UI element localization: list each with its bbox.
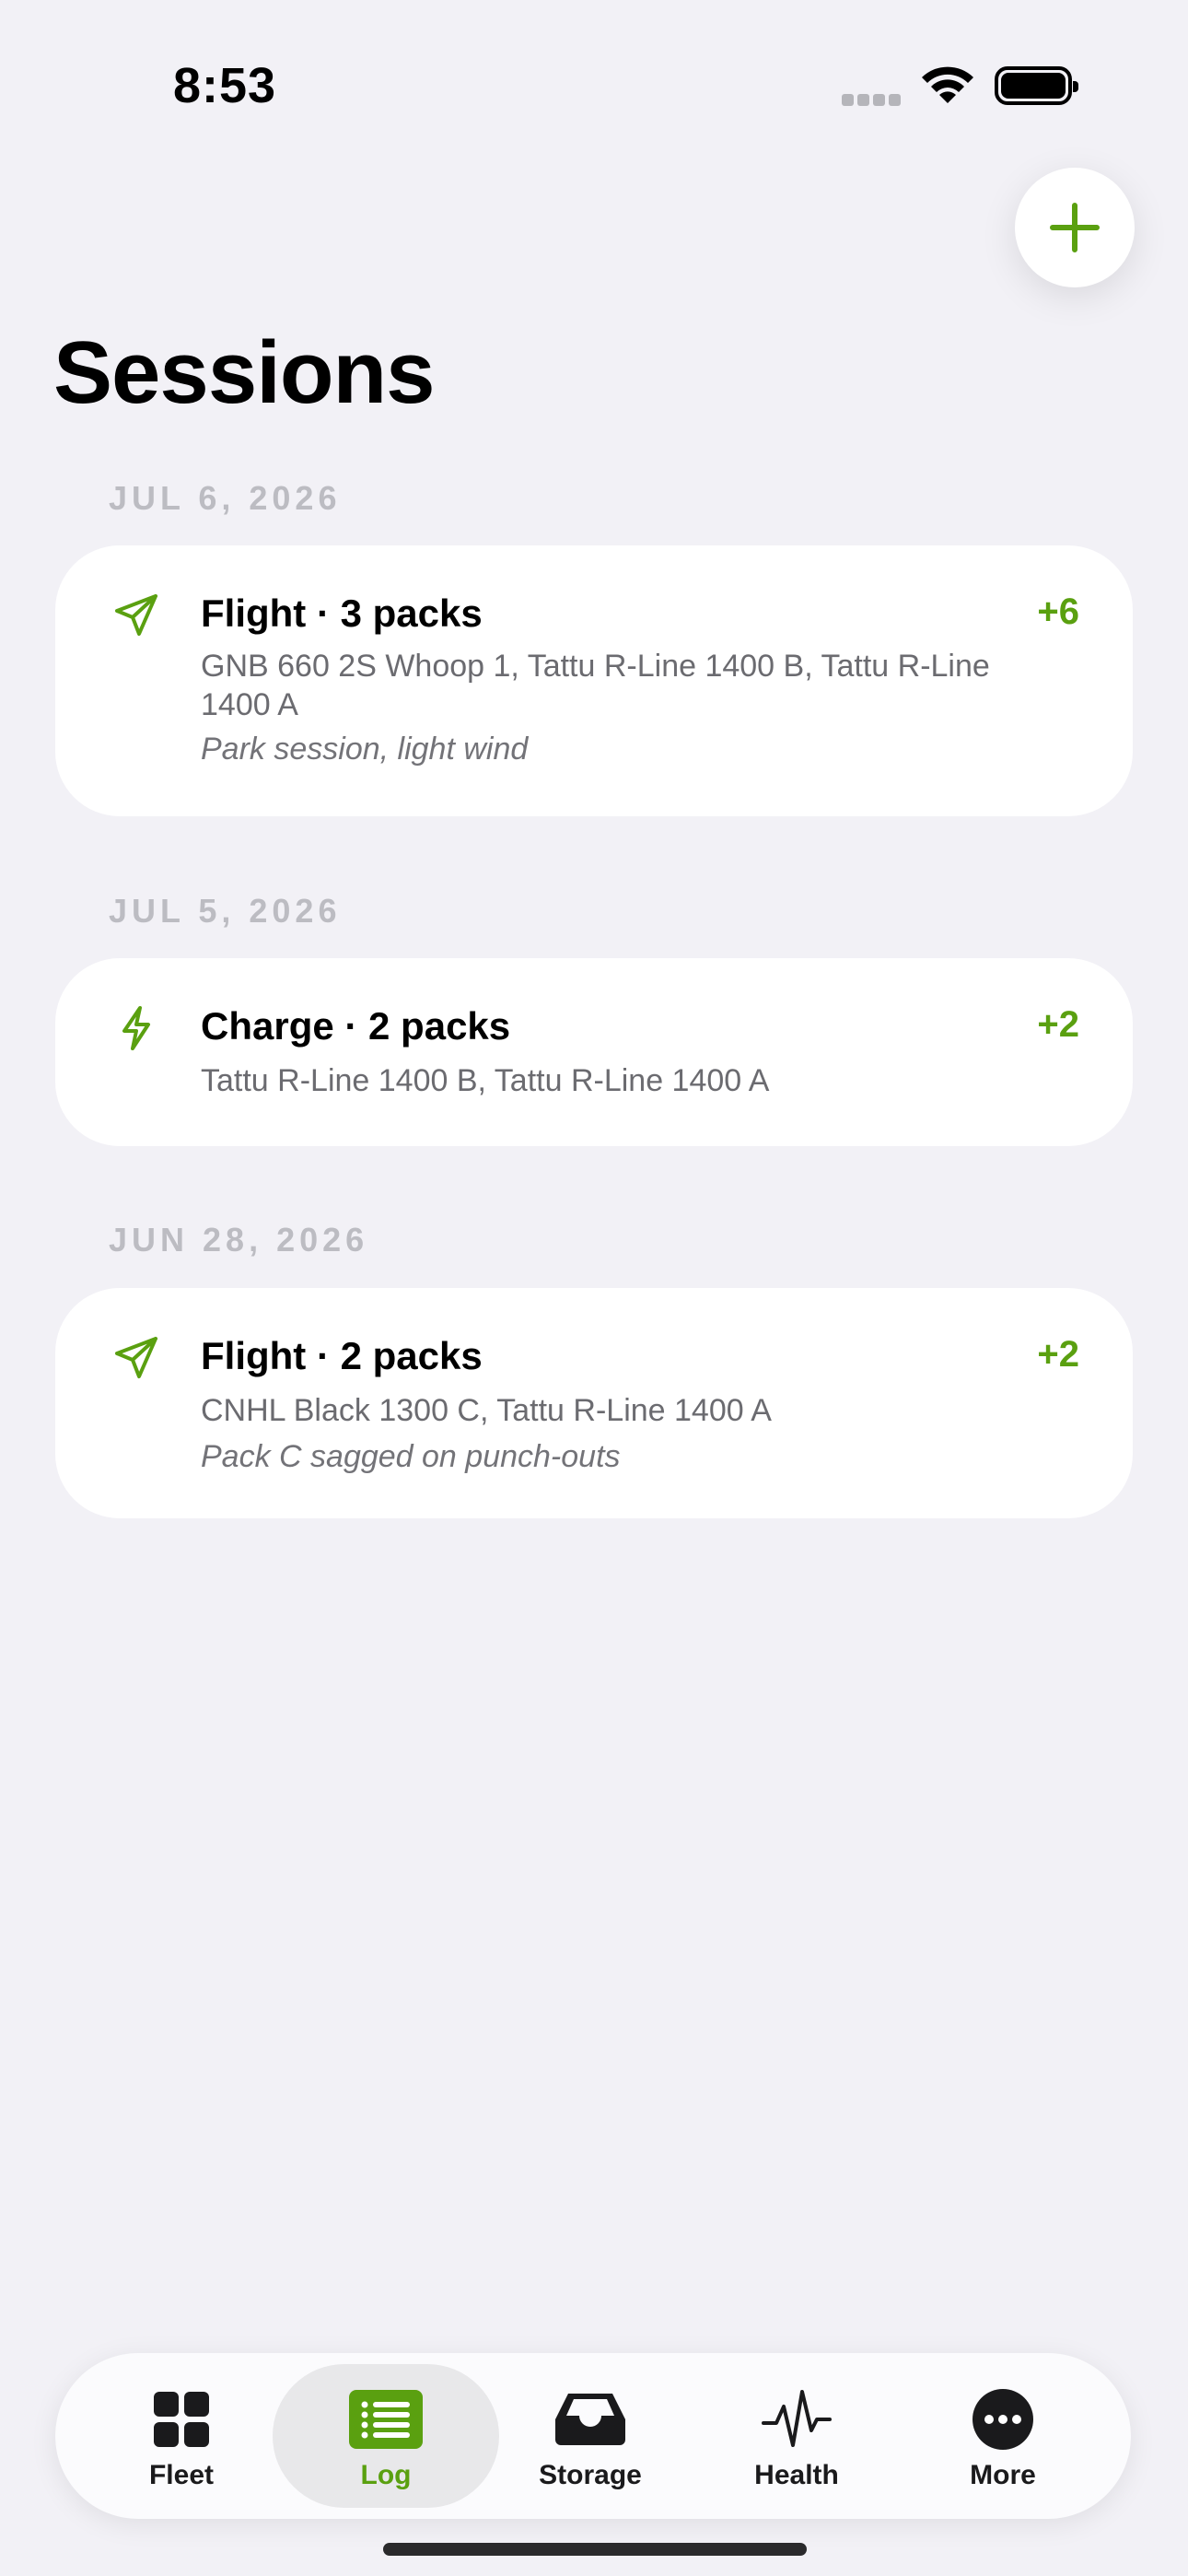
- tab-log[interactable]: Log: [280, 2353, 492, 2519]
- tab-more[interactable]: More: [897, 2353, 1109, 2519]
- session-title: Flight · 3 packs: [201, 591, 483, 635]
- session-packs: Tattu R-Line 1400 B, Tattu R-Line 1400 A: [201, 1063, 770, 1098]
- date-header: JUN 28, 2026: [109, 1221, 369, 1259]
- grid-icon: [76, 2386, 287, 2453]
- session-card[interactable]: Flight · 2 packs +2 CNHL Black 1300 C, T…: [55, 1288, 1133, 1518]
- date-header: JUL 5, 2026: [109, 892, 342, 930]
- paper-plane-icon: [112, 591, 160, 644]
- list-icon: [280, 2386, 492, 2453]
- session-title: Flight · 2 packs: [201, 1334, 483, 1377]
- cellular-signal-icon: [842, 94, 904, 111]
- tab-bar: Fleet Log Storage Health More: [55, 2353, 1131, 2519]
- lightning-bolt-icon: [112, 1004, 160, 1057]
- session-delta: +2: [1037, 1334, 1079, 1375]
- tray-icon: [484, 2386, 696, 2453]
- tab-health[interactable]: Health: [691, 2353, 903, 2519]
- session-note: Park session, light wind: [201, 732, 529, 767]
- session-packs: GNB 660 2S Whoop 1, Tattu R-Line 1400 B,…: [201, 649, 990, 722]
- more-icon: [897, 2386, 1109, 2453]
- session-delta: +2: [1037, 1004, 1079, 1045]
- status-time: 8:53: [173, 58, 277, 113]
- tab-label: Storage: [539, 2460, 642, 2490]
- page-title: Sessions: [53, 323, 436, 422]
- home-indicator[interactable]: [383, 2543, 807, 2556]
- session-delta: +6: [1037, 591, 1079, 632]
- battery-icon: [995, 66, 1078, 105]
- waveform-icon: [691, 2386, 903, 2453]
- session-packs: CNHL Black 1300 C, Tattu R-Line 1400 A: [201, 1393, 772, 1428]
- session-note: Pack C sagged on punch-outs: [201, 1439, 621, 1474]
- tab-label: Log: [360, 2460, 412, 2490]
- date-header: JUL 6, 2026: [109, 479, 342, 517]
- plus-icon: [1050, 203, 1100, 252]
- paper-plane-icon: [112, 1334, 160, 1387]
- add-session-button[interactable]: [1015, 168, 1135, 287]
- tab-label: Health: [754, 2460, 839, 2490]
- wifi-icon: [919, 63, 976, 111]
- tab-label: More: [970, 2460, 1036, 2490]
- tab-storage[interactable]: Storage: [484, 2353, 696, 2519]
- status-bar: 8:53: [0, 0, 1188, 175]
- tab-fleet[interactable]: Fleet: [76, 2353, 287, 2519]
- session-title: Charge · 2 packs: [201, 1004, 511, 1048]
- tab-label: Fleet: [148, 2460, 215, 2490]
- session-card[interactable]: Flight · 3 packs +6 GNB 660 2S Whoop 1, …: [55, 545, 1133, 816]
- session-card[interactable]: Charge · 2 packs +2 Tattu R-Line 1400 B,…: [55, 958, 1133, 1146]
